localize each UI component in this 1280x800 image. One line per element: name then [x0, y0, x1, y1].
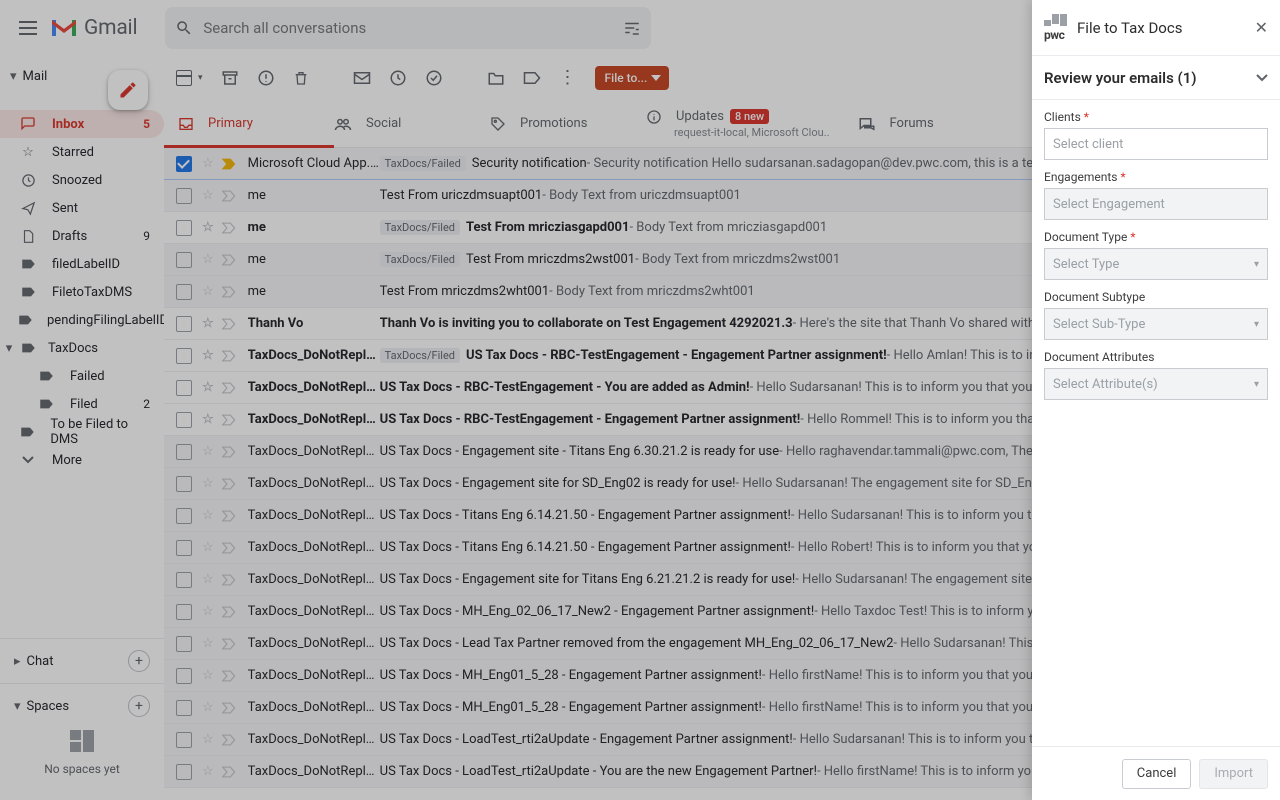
attrs-select[interactable]: Select Attribute(s) ▾ [1044, 368, 1268, 400]
placeholder-text: Select Sub-Type [1053, 317, 1145, 332]
subtype-select[interactable]: Select Sub-Type ▾ [1044, 308, 1268, 340]
import-button[interactable]: Import [1199, 759, 1268, 789]
panel-form: Clients * Select client Engagements * Se… [1032, 100, 1280, 746]
subtype-label: Document Subtype [1044, 290, 1268, 304]
engagements-select[interactable]: Select Engagement [1044, 188, 1268, 220]
attrs-label: Document Attributes [1044, 350, 1268, 364]
panel-footer: Cancel Import [1032, 746, 1280, 800]
clients-label: Clients * [1044, 110, 1268, 124]
doctype-select[interactable]: Select Type ▾ [1044, 248, 1268, 280]
file-to-taxdocs-panel: pwc File to Tax Docs ✕ Review your email… [1032, 0, 1280, 800]
chevron-down-icon: ▾ [1254, 319, 1259, 330]
import-label: Import [1214, 766, 1253, 781]
pwc-blocks-icon [1044, 14, 1067, 26]
doctype-label: Document Type * [1044, 230, 1268, 244]
review-label: Review your emails (1) [1044, 69, 1197, 87]
clients-select[interactable]: Select client [1044, 128, 1268, 160]
panel-title: File to Tax Docs [1077, 19, 1182, 37]
panel-header: pwc File to Tax Docs ✕ [1032, 0, 1280, 56]
pwc-text: pwc [1044, 28, 1064, 42]
chevron-down-icon: ▾ [1254, 379, 1259, 390]
engagements-label: Engagements * [1044, 170, 1268, 184]
placeholder-text: Select Engagement [1053, 197, 1165, 212]
cancel-button[interactable]: Cancel [1122, 759, 1192, 789]
close-button[interactable]: ✕ [1255, 18, 1268, 37]
placeholder-text: Select Type [1053, 257, 1119, 272]
chevron-down-icon [1256, 74, 1268, 82]
cancel-label: Cancel [1137, 766, 1177, 781]
placeholder-text: Select Attribute(s) [1053, 377, 1158, 392]
review-header[interactable]: Review your emails (1) [1032, 56, 1280, 100]
placeholder-text: Select client [1053, 137, 1123, 152]
pwc-logo: pwc [1044, 14, 1067, 42]
chevron-down-icon: ▾ [1254, 259, 1259, 270]
